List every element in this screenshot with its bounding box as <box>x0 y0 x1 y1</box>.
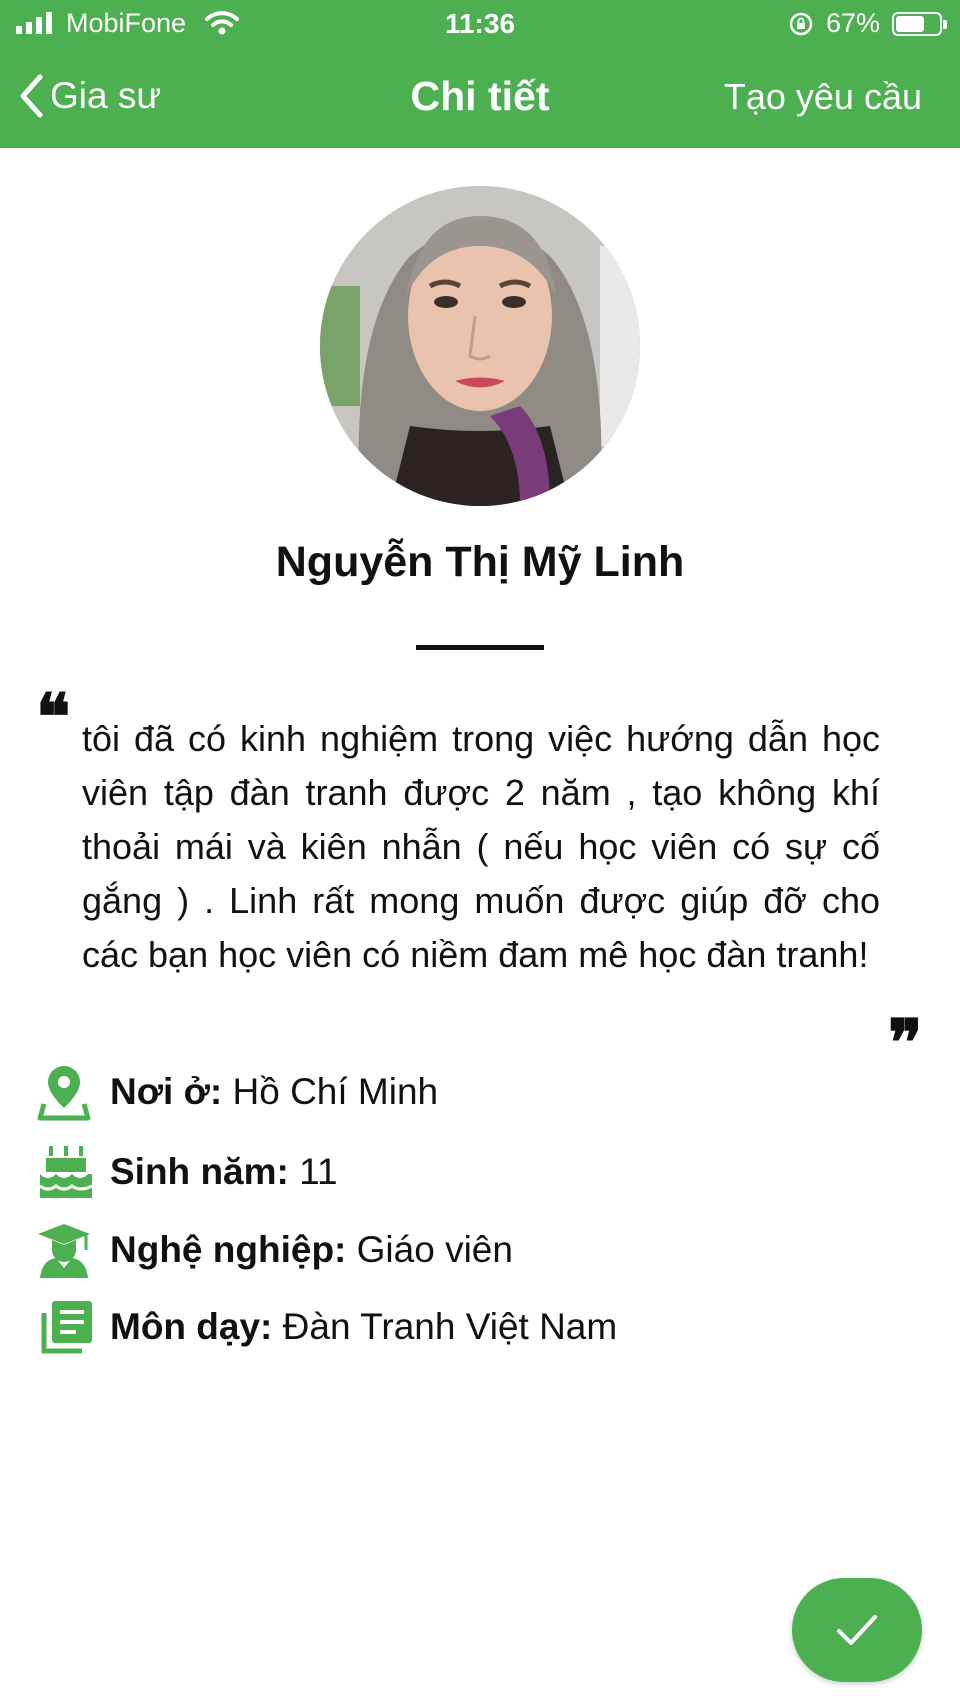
tutor-name: Nguyễn Thị Mỹ Linh <box>275 538 685 586</box>
status-bar: MobiFone 11:36 67% <box>0 0 960 48</box>
location-pin-icon <box>36 1062 96 1122</box>
quote-open-icon: ❝ <box>36 680 71 755</box>
info-label: Sinh năm: <box>110 1151 289 1192</box>
info-value: Hồ Chí Minh <box>222 1071 439 1112</box>
info-row-occupation: Nghệ nghiệp: Giáo viên <box>36 1220 513 1280</box>
avatar-photo <box>320 186 640 506</box>
info-row-residence: Nơi ở: Hồ Chí Minh <box>36 1062 438 1122</box>
info-row-birth-year: Sinh năm: 11 <box>36 1142 338 1202</box>
birthday-cake-icon <box>36 1142 96 1202</box>
info-value: Đàn Tranh Việt Nam <box>272 1306 618 1347</box>
divider <box>416 645 544 650</box>
checkmark-icon <box>837 1615 877 1645</box>
info-label: Môn dạy: <box>110 1306 273 1347</box>
status-time: 11:36 <box>444 8 516 39</box>
graduate-icon <box>36 1220 96 1280</box>
info-value: Giáo viên <box>346 1229 513 1270</box>
chevron-left-icon <box>20 74 43 118</box>
info-label: Nghệ nghiệp: <box>110 1229 347 1270</box>
back-button[interactable]: Gia sư <box>18 68 161 124</box>
battery-icon <box>892 12 947 36</box>
info-label: Nơi ở: <box>110 1071 223 1112</box>
orientation-lock-icon <box>789 12 813 36</box>
confirm-button[interactable] <box>792 1578 922 1682</box>
create-request-button[interactable]: Tạo yêu cầu <box>724 76 922 118</box>
quote-close-icon: ❞ <box>888 1006 923 1081</box>
info-value: 11 <box>288 1151 338 1192</box>
avatar <box>320 186 640 506</box>
battery-percent: 67% <box>826 8 881 38</box>
back-label: Gia sư <box>50 75 162 116</box>
app-header: MobiFone 11:36 67% Gia sư Chi tiết Tạo y… <box>0 0 960 148</box>
book-list-icon <box>36 1297 96 1357</box>
tutor-bio: tôi đã có kinh nghiệm trong việc hướng d… <box>82 718 880 975</box>
info-row-subject: Môn dạy: Đàn Tranh Việt Nam <box>36 1297 617 1357</box>
